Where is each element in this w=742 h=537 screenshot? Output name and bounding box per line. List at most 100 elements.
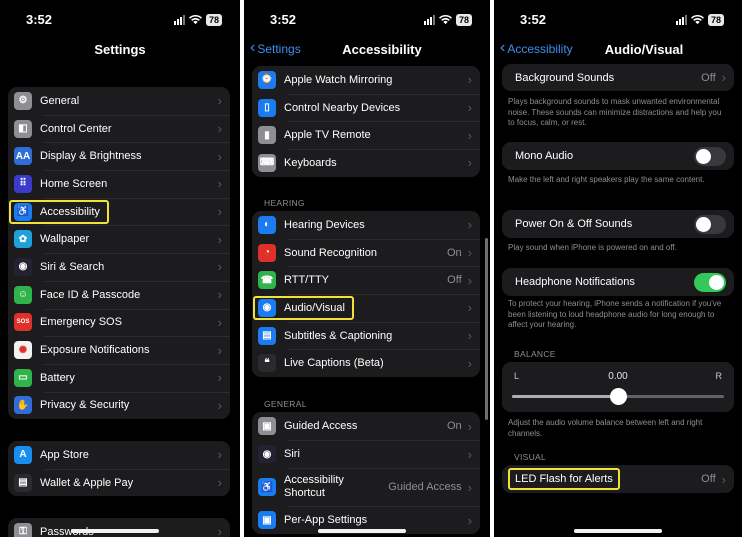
row-label: Home Screen xyxy=(40,177,108,190)
chevron-right-icon: › xyxy=(467,446,472,462)
row-label: Control Nearby Devices xyxy=(284,101,401,114)
chevron-right-icon: › xyxy=(467,272,472,288)
settings-row-app-store[interactable]: A App Store › xyxy=(8,441,230,469)
settings-group-passwords: ⚿ Passwords › xyxy=(8,518,230,537)
background-sounds-row[interactable]: Background Sounds Off › xyxy=(502,64,734,91)
chevron-right-icon: › xyxy=(467,217,472,233)
settings-row-control-center[interactable]: ◧ Control Center › xyxy=(8,114,230,143)
chevron-right-icon: › xyxy=(217,370,222,386)
settings-row-home-screen[interactable]: ⠿ Home Screen › xyxy=(8,170,230,198)
headphone-notifications-toggle[interactable] xyxy=(694,272,726,292)
settings-row-control-nearby-devices[interactable]: ▯ Control Nearby Devices › xyxy=(252,93,480,122)
settings-row-accessibility-shortcut[interactable]: ♿ Accessibility Shortcut Guided Access › xyxy=(252,468,480,506)
settings-row-emergency-sos[interactable]: SOS Emergency SOS › xyxy=(8,308,230,337)
scroll-indicator[interactable] xyxy=(485,238,488,420)
row-label: Privacy & Security xyxy=(40,399,130,412)
row-label: General xyxy=(40,94,80,107)
hand-icon: ✋ xyxy=(14,396,32,415)
settings-row-siri[interactable]: ◉ Siri › xyxy=(252,440,480,468)
settings-row-sound-recognition[interactable]: ◔ Sound Recognition On › xyxy=(252,238,480,267)
key-icon: ⚿ xyxy=(14,522,32,537)
status-bar: 3:52 78 xyxy=(244,12,490,30)
settings-row-apple-watch-mirroring[interactable]: ⌚ Apple Watch Mirroring › xyxy=(252,66,480,94)
row-label: Sound Recognition xyxy=(284,246,377,259)
remote-icon: ▮ xyxy=(258,126,276,145)
chevron-right-icon: › xyxy=(217,93,222,109)
row-label: RTT/TTY xyxy=(284,274,330,287)
row-label: Wallpaper xyxy=(40,233,90,246)
settings-row-rtt-tty[interactable]: ☎ RTT/TTY Off › xyxy=(252,266,480,294)
chevron-right-icon: › xyxy=(217,475,222,491)
mono-audio-label: Mono Audio xyxy=(515,150,574,162)
accessibility-group-general: ▣ Guided Access On › ◉ Siri › ♿ Accessibility Sh… xyxy=(252,412,480,534)
row-label: Display & Brightness xyxy=(40,150,142,163)
row-label: Accessibility Shortcut xyxy=(284,474,344,499)
mono-audio-toggle[interactable] xyxy=(694,146,726,166)
page-title: Accessibility xyxy=(342,42,422,57)
chevron-right-icon: › xyxy=(467,300,472,316)
settings-group-store: A App Store › ▤ Wallet & Apple Pay › xyxy=(8,441,230,497)
background-sounds-group: Background Sounds Off › xyxy=(502,64,734,91)
settings-row-hearing-devices[interactable]: ◐ Hearing Devices › xyxy=(252,211,480,239)
row-label: Apple TV Remote xyxy=(284,129,371,142)
settings-row-wallet-apple-pay[interactable]: ▤ Wallet & Apple Pay › xyxy=(8,468,230,497)
led-flash-label: LED Flash for Alerts xyxy=(508,468,620,490)
settings-row-subtitles-captioning[interactable]: ▤ Subtitles & Captioning › xyxy=(252,321,480,350)
settings-row-siri-search[interactable]: ◉ Siri & Search › xyxy=(8,253,230,281)
chevron-right-icon: › xyxy=(217,176,222,192)
settings-row-accessibility[interactable]: ♿ Accessibility › xyxy=(8,197,230,226)
row-label: App Store xyxy=(40,448,89,461)
chevron-right-icon: › xyxy=(467,72,472,88)
settings-row-live-captions-beta[interactable]: ❝ Live Captions (Beta) › xyxy=(252,349,480,377)
accessibility-group-devices: ⌚ Apple Watch Mirroring › ▯ Control Nearby D… xyxy=(252,66,480,177)
settings-row-battery[interactable]: ▭ Battery › xyxy=(8,363,230,392)
balance-slider[interactable] xyxy=(512,388,724,405)
nav-bar: Settings xyxy=(0,40,240,60)
cellular-signal-icon xyxy=(423,15,435,25)
settings-row-exposure-notifications[interactable]: ✺ Exposure Notifications › xyxy=(8,336,230,364)
led-flash-value: Off xyxy=(701,473,716,485)
balance-note: Adjust the audio volume balance between … xyxy=(508,418,703,438)
section-header-hearing: HEARING xyxy=(264,198,305,208)
row-label: Audio/Visual xyxy=(253,295,354,320)
accessibility-screen: 3:52 78 ‹ Settings Accessibility ⌚ Apple W… xyxy=(244,0,490,537)
row-value: On xyxy=(446,246,462,259)
status-bar: 3:52 78 xyxy=(0,12,240,30)
chevron-right-icon: › xyxy=(217,259,222,275)
chevron-right-icon: › xyxy=(467,245,472,261)
chevron-right-icon: › xyxy=(467,418,472,434)
power-sounds-group: Power On & Off Sounds xyxy=(502,210,734,238)
settings-row-general[interactable]: ⚙ General › xyxy=(8,87,230,115)
settings-row-audio-visual[interactable]: ◉ Audio/Visual › xyxy=(252,294,480,322)
settings-row-display-brightness[interactable]: AA Display & Brightness › xyxy=(8,142,230,170)
power-sounds-toggle[interactable] xyxy=(694,214,726,234)
row-label: Siri & Search xyxy=(40,260,105,273)
settings-row-wallpaper[interactable]: ✿ Wallpaper › xyxy=(8,225,230,253)
section-header-balance: BALANCE xyxy=(514,349,556,359)
settings-row-face-id-passcode[interactable]: ☺ Face ID & Passcode › xyxy=(8,280,230,309)
page-title: Audio/Visual xyxy=(604,42,684,57)
settings-row-privacy-security[interactable]: ✋ Privacy & Security › xyxy=(8,391,230,420)
balance-slider-thumb[interactable] xyxy=(609,388,627,405)
section-header-visual: VISUAL xyxy=(514,452,547,462)
power-sounds-row: Power On & Off Sounds xyxy=(502,210,734,238)
sos-icon: SOS xyxy=(14,313,32,332)
chevron-right-icon: › xyxy=(217,204,222,220)
headphone-notifications-row: Headphone Notifications xyxy=(502,268,734,296)
led-flash-row[interactable]: LED Flash for Alerts Off › xyxy=(502,465,734,493)
toggles-icon: ◧ xyxy=(14,119,32,138)
balance-slider-fill xyxy=(512,395,618,398)
nav-bar: ‹ Accessibility Audio/Visual xyxy=(494,40,742,60)
row-label: Battery xyxy=(40,371,75,384)
headphone-notifications-note: To protect your hearing, iPhone sends a … xyxy=(508,299,722,329)
settings-row-apple-tv-remote[interactable]: ▮ Apple TV Remote › xyxy=(252,121,480,149)
siri-icon: ◉ xyxy=(258,445,276,463)
row-label: Face ID & Passcode xyxy=(40,288,141,301)
mono-audio-row: Mono Audio xyxy=(502,142,734,170)
settings-row-keyboards[interactable]: ⌨ Keyboards › xyxy=(252,149,480,177)
row-label: Guided Access xyxy=(284,420,358,432)
settings-row-passwords[interactable]: ⚿ Passwords › xyxy=(8,518,230,537)
app-store-icon: A xyxy=(14,445,32,464)
headphone-notifications-label: Headphone Notifications xyxy=(515,276,635,288)
settings-row-guided-access[interactable]: ▣ Guided Access On › xyxy=(252,412,480,440)
